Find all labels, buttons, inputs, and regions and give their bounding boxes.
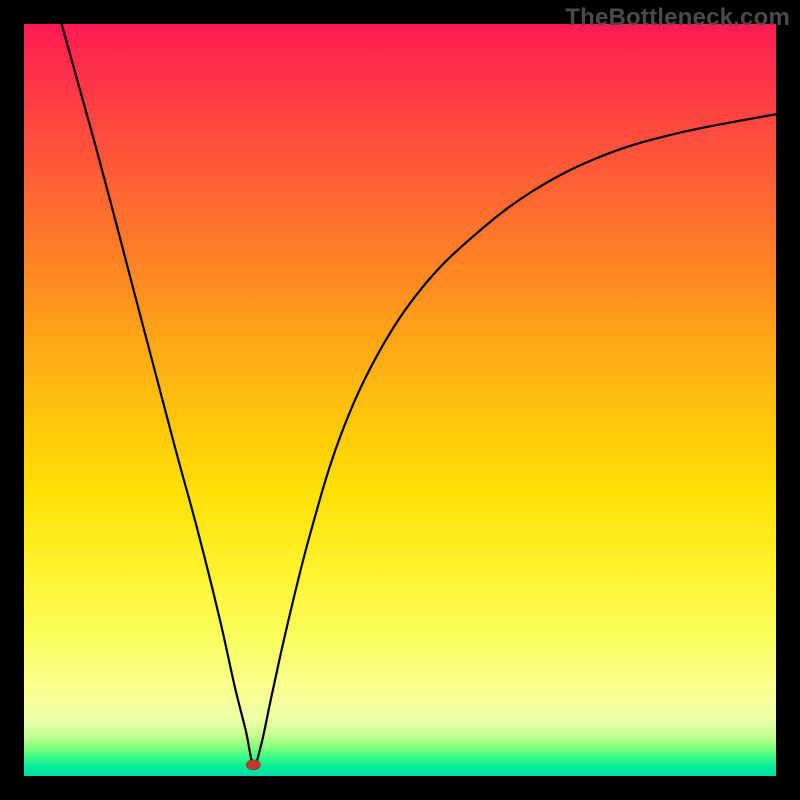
chart-container: TheBottleneck.com xyxy=(0,0,800,800)
curve-layer xyxy=(24,24,776,776)
bottleneck-curve xyxy=(62,24,776,765)
plot-frame xyxy=(24,24,776,776)
plot-area xyxy=(24,24,776,776)
watermark-text: TheBottleneck.com xyxy=(565,4,790,32)
optimum-marker xyxy=(246,760,260,770)
